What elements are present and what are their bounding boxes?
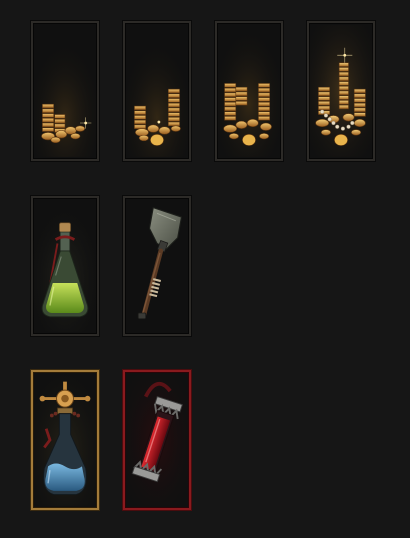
inventory-slot-green-potion[interactable]	[31, 196, 99, 336]
inventory-slot-gold-small[interactable]	[31, 21, 99, 161]
blue-flask-icon	[33, 374, 97, 506]
gold-pile-huge-icon	[309, 25, 373, 157]
inventory-slot-gold-huge[interactable]	[307, 21, 375, 161]
inventory-slot-gold-medium[interactable]	[123, 21, 191, 161]
green-potion-icon	[33, 200, 97, 332]
inventory-panel	[0, 0, 410, 538]
blood-vial-icon	[125, 374, 189, 506]
inventory-slot-gold-large[interactable]	[215, 21, 283, 161]
gold-pile-small-icon	[33, 25, 97, 157]
shovel-icon	[137, 206, 183, 320]
inventory-slot-shovel[interactable]	[123, 196, 191, 336]
gold-pile-large-icon	[217, 25, 281, 157]
inventory-slot-blood-vial[interactable]	[123, 370, 191, 510]
inventory-slot-blue-flask[interactable]	[31, 370, 99, 510]
gold-pile-medium-icon	[125, 25, 189, 157]
